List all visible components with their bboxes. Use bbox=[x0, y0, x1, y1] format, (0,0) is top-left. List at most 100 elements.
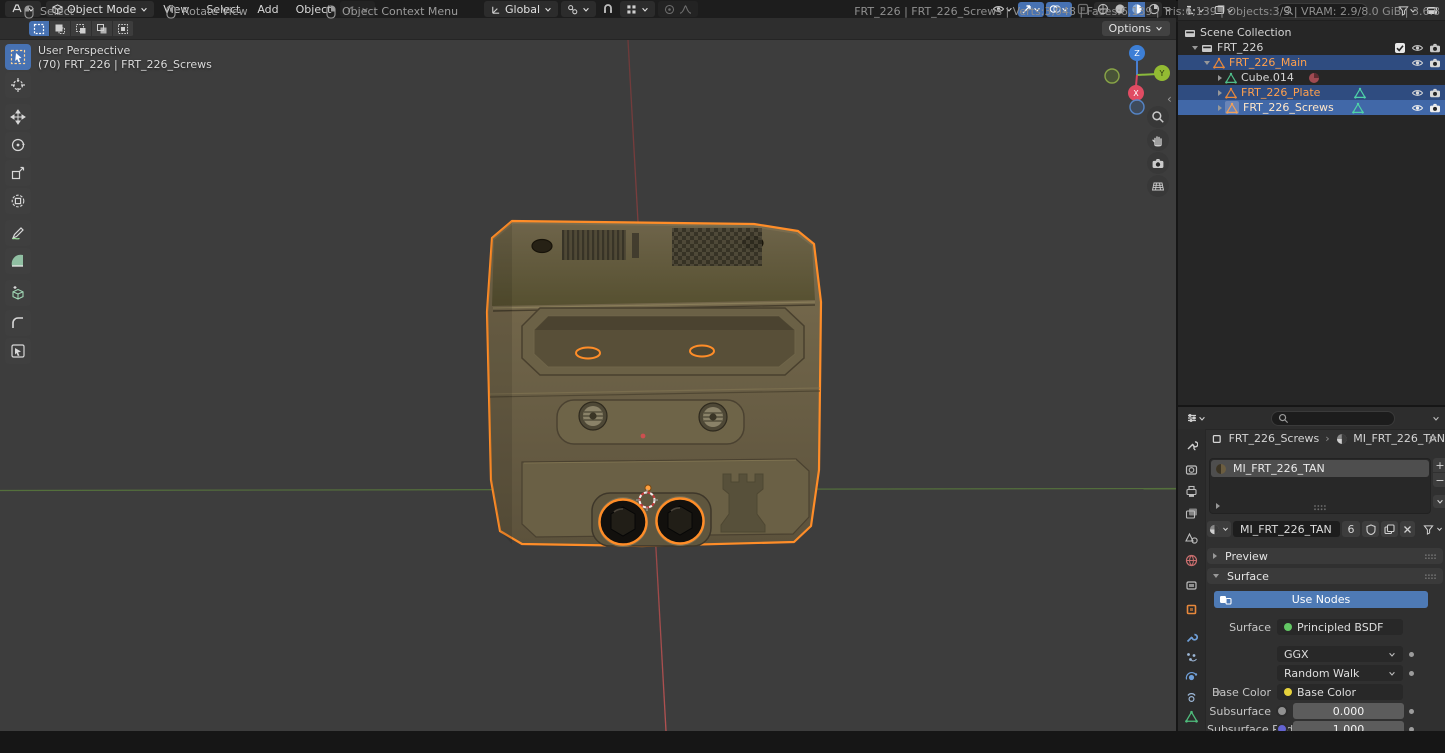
eye-icon[interactable] bbox=[1411, 42, 1424, 54]
select-mode-invert-button[interactable] bbox=[92, 21, 113, 36]
outliner-row-frt226-main[interactable]: FRT_226_Main bbox=[1178, 55, 1445, 70]
subsurface-slider[interactable]: 0.000 bbox=[1293, 703, 1404, 719]
tab-render[interactable] bbox=[1180, 459, 1203, 480]
slot-specials-dropdown[interactable] bbox=[1433, 495, 1445, 508]
zoom-button[interactable] bbox=[1147, 106, 1169, 128]
tool-select-box[interactable] bbox=[5, 44, 31, 70]
tool-extra-1[interactable] bbox=[5, 310, 31, 336]
tab-output[interactable] bbox=[1180, 481, 1203, 502]
tab-scene[interactable] bbox=[1180, 528, 1203, 549]
material-name-field[interactable]: MI_FRT_226_TAN bbox=[1233, 521, 1340, 537]
expand-arrow-icon[interactable] bbox=[1217, 689, 1221, 695]
proportional-editing-group[interactable] bbox=[658, 1, 698, 17]
tab-object-data[interactable] bbox=[1180, 706, 1203, 727]
expand-arrow-icon[interactable] bbox=[1192, 46, 1198, 50]
surface-shader-field[interactable]: Principled BSDF bbox=[1277, 619, 1403, 635]
snap-toggle[interactable] bbox=[599, 2, 617, 17]
outliner-row-scene-collection[interactable]: Scene Collection bbox=[1178, 25, 1445, 40]
tab-collection-properties[interactable] bbox=[1180, 575, 1203, 596]
select-mode-intersect-button[interactable] bbox=[113, 21, 134, 36]
select-mode-extend-button[interactable] bbox=[50, 21, 71, 36]
outliner-row-frt226-plate[interactable]: FRT_226_Plate bbox=[1178, 85, 1445, 100]
select-mode-subtract-button[interactable] bbox=[71, 21, 92, 36]
use-nodes-button[interactable]: Use Nodes bbox=[1214, 591, 1428, 608]
slot-specials-arrow-icon[interactable] bbox=[1216, 503, 1220, 509]
outliner-row-frt226-screws[interactable]: FRT_226_Screws bbox=[1178, 100, 1445, 115]
tool-cursor[interactable] bbox=[5, 72, 31, 98]
viewport-3d[interactable]: Z Y X bbox=[0, 40, 1176, 731]
sss-method-dropdown[interactable]: Random Walk bbox=[1277, 665, 1403, 681]
distribution-dropdown[interactable]: GGX bbox=[1277, 646, 1403, 662]
material-slot-list[interactable]: MI_FRT_226_TAN bbox=[1209, 458, 1431, 514]
snap-settings-dropdown[interactable] bbox=[620, 1, 655, 17]
animate-dot[interactable] bbox=[1409, 727, 1414, 732]
transform-orientation-dropdown[interactable]: Global bbox=[484, 1, 558, 17]
tool-add-cube[interactable] bbox=[5, 280, 31, 306]
unlink-material-button[interactable] bbox=[1400, 521, 1415, 537]
properties-search-input[interactable] bbox=[1271, 411, 1395, 426]
tab-constraints[interactable] bbox=[1180, 687, 1203, 708]
surface-panel-header[interactable]: Surface bbox=[1207, 568, 1443, 584]
animate-dot[interactable] bbox=[1409, 709, 1414, 714]
pan-hand-button[interactable] bbox=[1147, 129, 1169, 151]
add-slot-button[interactable]: + bbox=[1433, 458, 1445, 472]
camera-icon[interactable] bbox=[1429, 87, 1441, 99]
tool-scale[interactable] bbox=[5, 160, 31, 186]
outliner-row-cube014[interactable]: Cube.014 bbox=[1178, 70, 1445, 85]
users-count-button[interactable]: 6 bbox=[1342, 521, 1360, 537]
camera-icon[interactable] bbox=[1429, 42, 1441, 54]
select-mode-new-button[interactable] bbox=[29, 21, 50, 36]
selected-screw-right[interactable] bbox=[655, 496, 705, 546]
tab-object[interactable] bbox=[1180, 599, 1203, 620]
gizmo-minus-z-axis[interactable] bbox=[1130, 100, 1144, 114]
tool-move[interactable] bbox=[5, 104, 31, 130]
tab-tool[interactable] bbox=[1180, 434, 1203, 455]
tool-extra-2[interactable] bbox=[5, 338, 31, 364]
screw-head-outline-right[interactable] bbox=[690, 346, 714, 357]
tab-world[interactable] bbox=[1180, 550, 1203, 571]
chevron-down-icon[interactable] bbox=[1432, 415, 1440, 422]
eye-icon[interactable] bbox=[1411, 102, 1424, 114]
camera-icon[interactable] bbox=[1429, 102, 1441, 114]
object-frt226[interactable] bbox=[482, 212, 827, 552]
properties-editor-type-button[interactable] bbox=[1183, 411, 1209, 426]
menu-add[interactable]: Add bbox=[249, 2, 286, 17]
navigation-gizmo[interactable]: Z Y X bbox=[1105, 45, 1170, 114]
outliner-row-frt226[interactable]: FRT_226 bbox=[1178, 40, 1445, 55]
collapsed-arrow-icon[interactable] bbox=[1218, 90, 1222, 96]
fake-user-button[interactable] bbox=[1362, 521, 1379, 537]
tool-rotate[interactable] bbox=[5, 132, 31, 158]
browse-material-button[interactable] bbox=[1207, 521, 1231, 537]
subsurface-radius-slider[interactable]: 1.000 bbox=[1293, 721, 1404, 731]
tab-view-layer[interactable] bbox=[1180, 503, 1203, 524]
gizmo-minus-y-axis[interactable] bbox=[1105, 69, 1119, 83]
preview-panel-header[interactable]: Preview bbox=[1207, 548, 1443, 564]
expand-arrow-icon[interactable] bbox=[1204, 61, 1210, 65]
tool-measure[interactable] bbox=[5, 248, 31, 274]
camera-view-button[interactable] bbox=[1147, 152, 1169, 174]
camera-icon[interactable] bbox=[1429, 57, 1441, 69]
material-slot-item[interactable]: MI_FRT_226_TAN bbox=[1211, 460, 1429, 477]
eye-icon[interactable] bbox=[1411, 57, 1424, 69]
grip-icon[interactable] bbox=[1424, 572, 1437, 581]
animate-dot[interactable] bbox=[1409, 671, 1414, 676]
grip-icon[interactable] bbox=[1313, 503, 1327, 512]
tab-physics[interactable] bbox=[1180, 667, 1203, 688]
ortho-toggle-button[interactable] bbox=[1147, 175, 1169, 197]
remove-slot-button[interactable]: − bbox=[1433, 473, 1445, 487]
tool-annotate[interactable] bbox=[5, 220, 31, 246]
sidebar-collapse-arrow[interactable]: ‹ bbox=[1167, 92, 1172, 106]
base-color-field[interactable]: Base Color bbox=[1277, 684, 1403, 700]
checkbox-icon[interactable] bbox=[1394, 42, 1406, 54]
screw-head-outline-left[interactable] bbox=[576, 348, 600, 359]
material-filter-dropdown[interactable] bbox=[1423, 524, 1443, 535]
breadcrumb-object[interactable]: FRT_226_Screws bbox=[1229, 432, 1320, 445]
new-material-button[interactable] bbox=[1381, 521, 1398, 537]
tool-transform[interactable] bbox=[5, 188, 31, 214]
eye-icon[interactable] bbox=[1411, 87, 1424, 99]
tab-particles[interactable] bbox=[1180, 647, 1203, 668]
pivot-point-dropdown[interactable] bbox=[561, 1, 596, 17]
viewport-options-dropdown[interactable]: Options bbox=[1102, 21, 1170, 36]
collapsed-arrow-icon[interactable] bbox=[1218, 105, 1222, 111]
tab-modifiers[interactable] bbox=[1180, 627, 1203, 648]
